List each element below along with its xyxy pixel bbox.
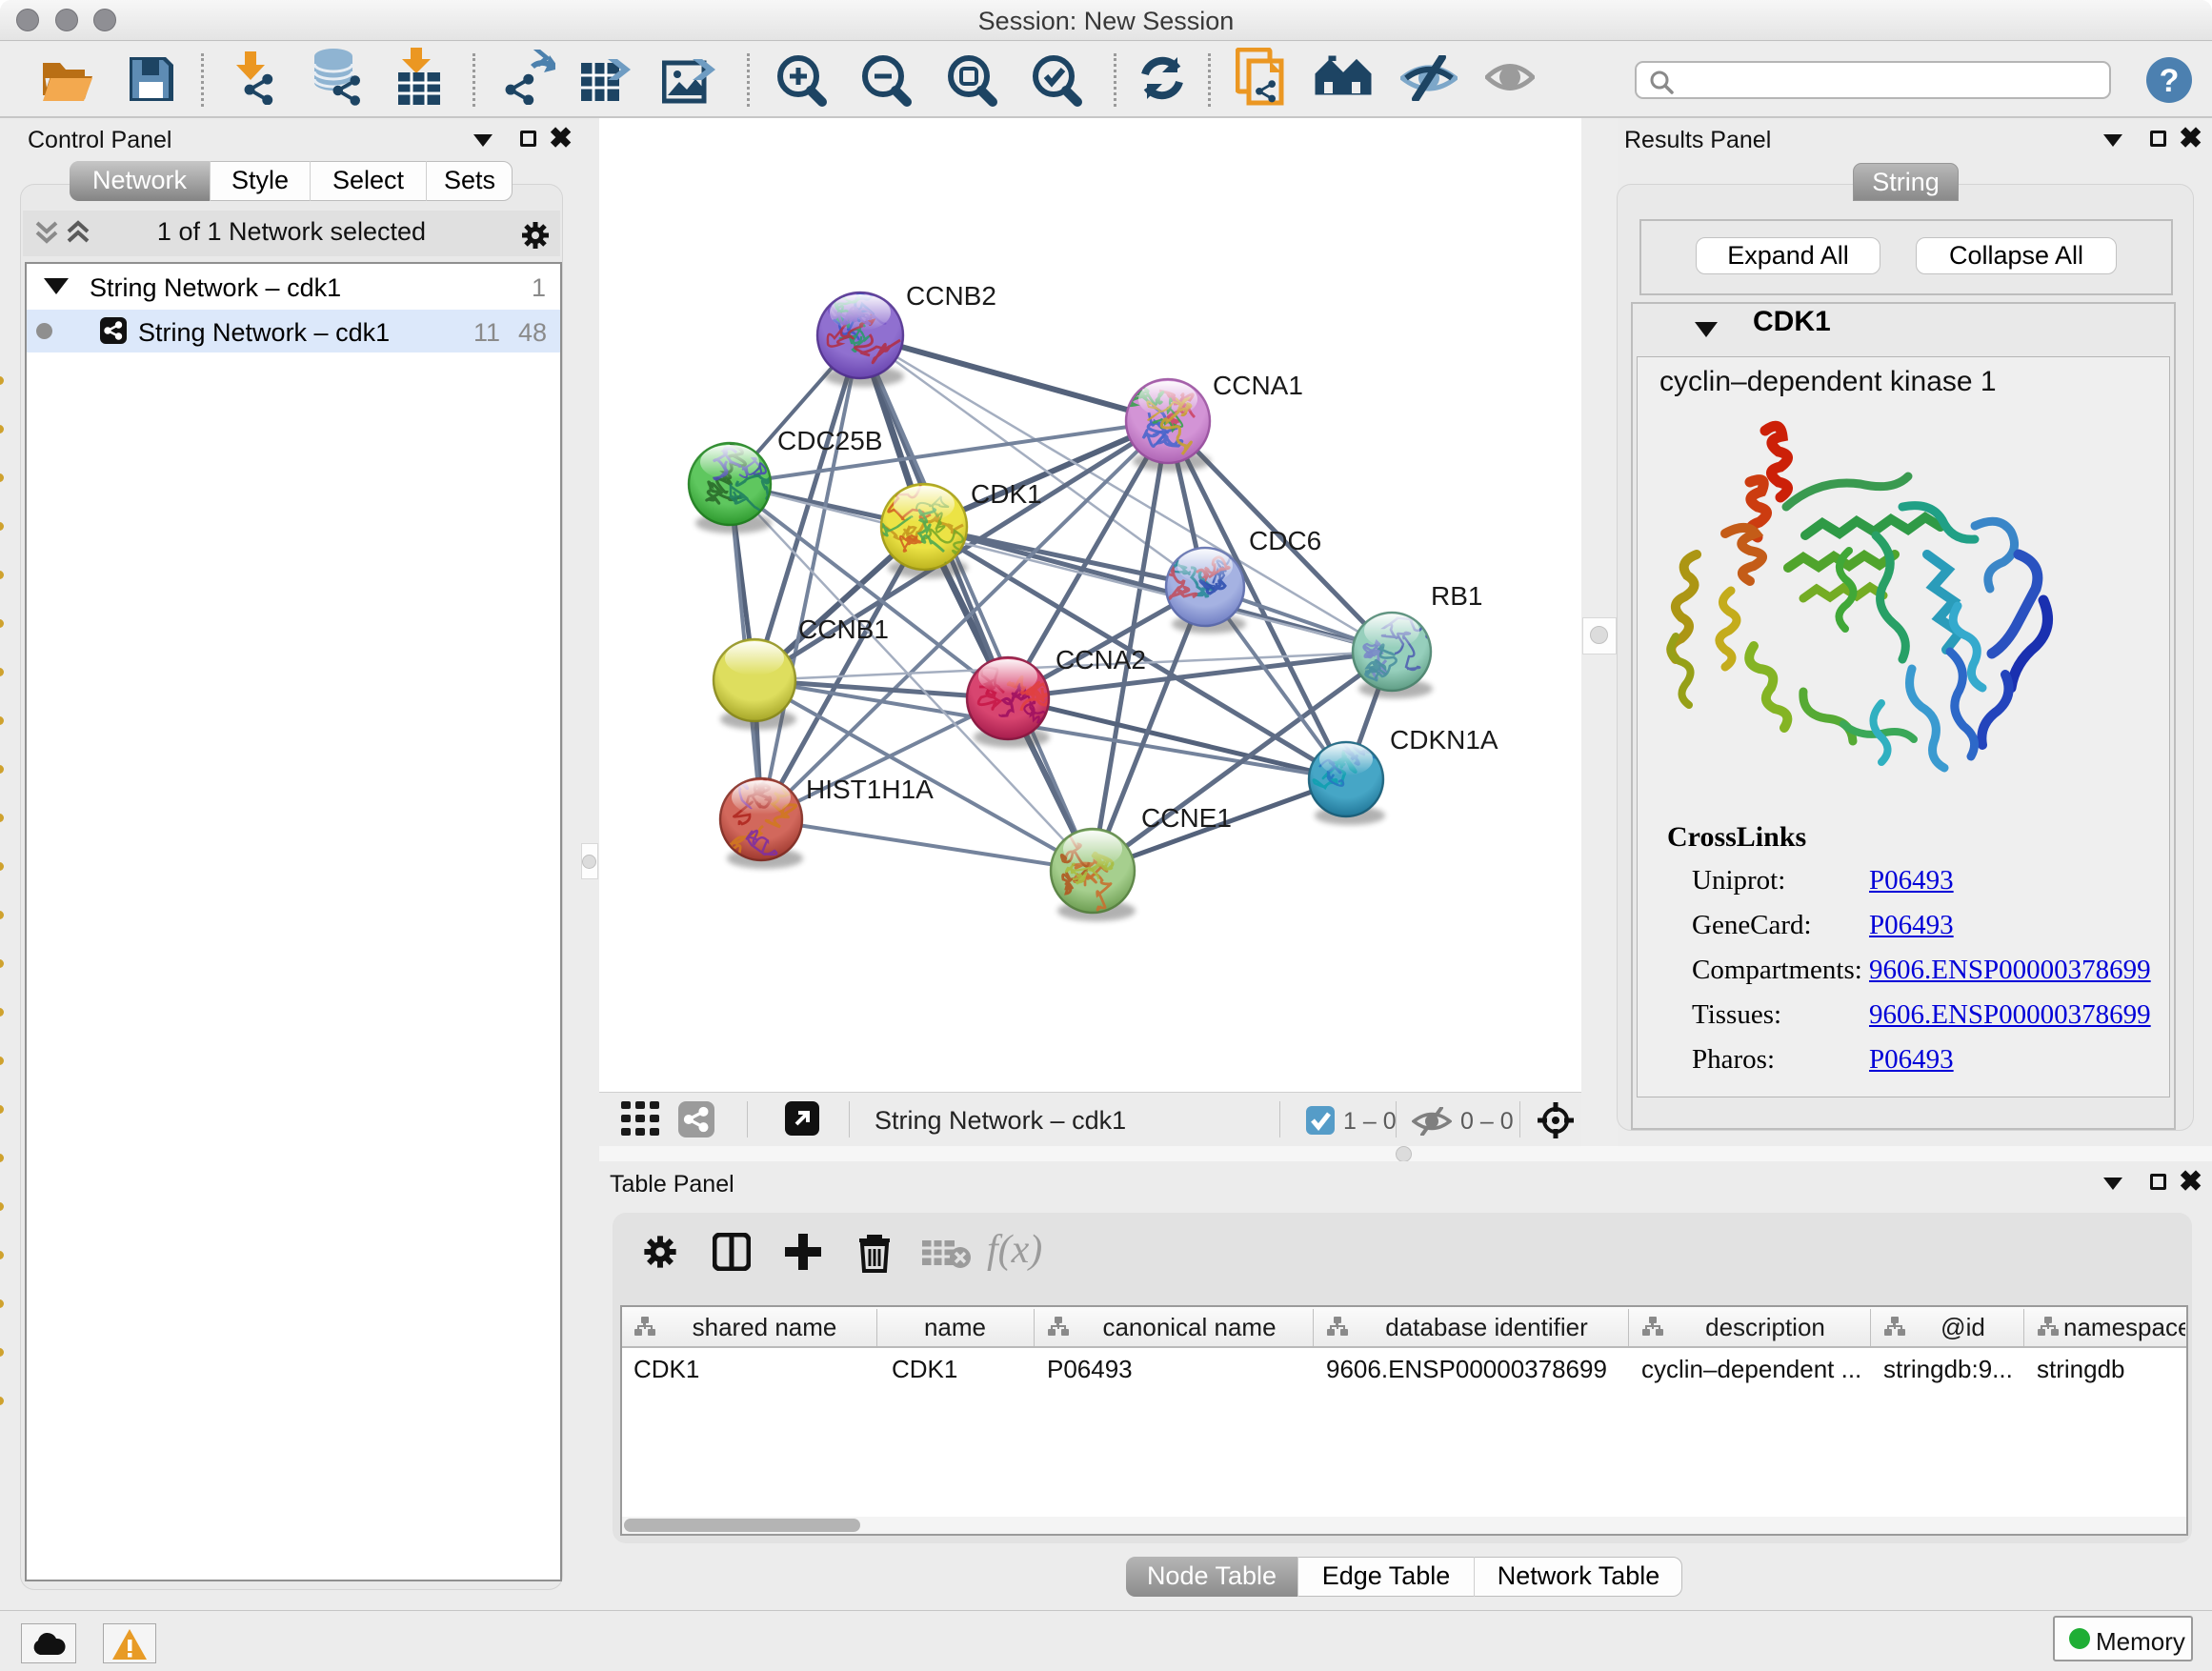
svg-text:CCNB2: CCNB2 — [906, 281, 996, 311]
svg-text:CDKN1A: CDKN1A — [1390, 725, 1498, 755]
svg-text:CCNA1: CCNA1 — [1213, 371, 1303, 400]
svg-text:HIST1H1A: HIST1H1A — [806, 775, 934, 804]
svg-text:CDC6: CDC6 — [1249, 526, 1321, 555]
svg-text:RB1: RB1 — [1431, 581, 1482, 611]
svg-text:CCNE1: CCNE1 — [1141, 803, 1232, 833]
svg-text:?: ? — [2160, 63, 2180, 99]
svg-text:CCNB1: CCNB1 — [798, 614, 889, 644]
svg-text:CDK1: CDK1 — [971, 479, 1042, 509]
svg-text:CDC25B: CDC25B — [777, 426, 882, 455]
svg-text:CCNA2: CCNA2 — [1056, 645, 1146, 674]
